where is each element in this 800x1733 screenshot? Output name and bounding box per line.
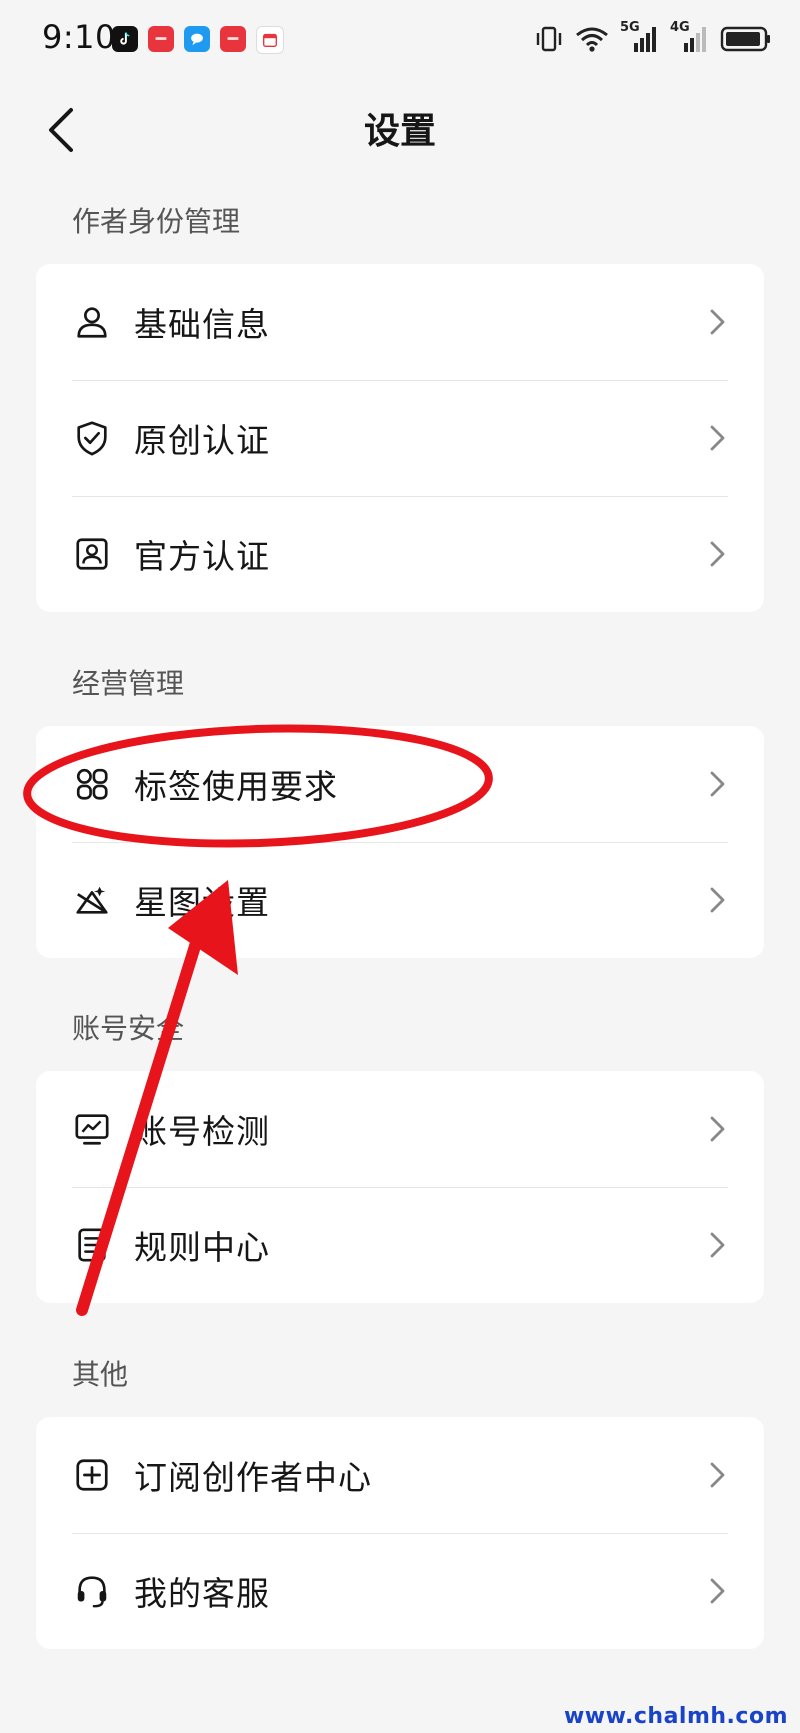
settings-row-star-map[interactable]: 星图设置 — [36, 842, 764, 958]
status-time: 9:10 — [42, 18, 116, 56]
card-other: 订阅创作者中心 我的客服 — [36, 1417, 764, 1649]
huawei-app-icon — [220, 26, 246, 52]
page-title: 设置 — [363, 111, 436, 152]
settings-row-account-check[interactable]: 账号检测 — [36, 1071, 764, 1187]
plus-square-icon — [72, 1455, 112, 1495]
message-icon — [184, 26, 210, 52]
status-indicators: 5G 4G — [534, 20, 772, 54]
card-account-security: 账号检测 规则中心 — [36, 1071, 764, 1303]
chevron-right-icon — [710, 425, 725, 451]
section-header-account-security: 账号安全 — [72, 1012, 185, 1045]
section-header-identity: 作者身份管理 — [72, 205, 241, 238]
card-business: 标签使用要求 星图设置 — [36, 726, 764, 958]
settings-row-basic-info[interactable]: 基础信息 — [36, 264, 764, 380]
settings-row-subscribe-creator[interactable]: 订阅创作者中心 — [36, 1417, 764, 1533]
chevron-right-icon — [710, 771, 725, 797]
chevron-right-icon — [710, 1116, 725, 1142]
row-label: 基础信息 — [134, 305, 270, 344]
huawei-app-icon — [148, 26, 174, 52]
settings-row-rule-center[interactable]: 规则中心 — [36, 1187, 764, 1303]
row-label: 账号检测 — [134, 1112, 270, 1151]
row-label: 官方认证 — [134, 537, 270, 576]
chevron-right-icon — [710, 309, 725, 335]
watermark: www.chalmh.com — [563, 1704, 788, 1729]
chevron-right-icon — [710, 887, 725, 913]
notification-icons — [112, 26, 284, 54]
tiktok-icon — [112, 26, 138, 52]
section-header-business: 经营管理 — [72, 667, 185, 700]
headset-icon — [72, 1571, 112, 1611]
document-icon — [72, 1225, 112, 1265]
card-identity: 基础信息 原创认证 官方认证 — [36, 264, 764, 612]
chevron-right-icon — [710, 1462, 725, 1488]
id-card-icon — [72, 534, 112, 574]
signal-5g-icon: 5G — [620, 20, 660, 54]
row-label: 星图设置 — [134, 883, 270, 922]
monitor-chart-icon — [72, 1109, 112, 1149]
chevron-right-icon — [710, 1232, 725, 1258]
settings-row-official-cert[interactable]: 官方认证 — [36, 496, 764, 612]
calendar-icon — [256, 26, 284, 54]
star-map-icon — [72, 880, 112, 920]
shield-check-icon — [72, 418, 112, 458]
battery-icon — [720, 26, 770, 52]
grid-icon — [72, 764, 112, 804]
vibrate-icon — [536, 26, 562, 52]
settings-row-customer-service[interactable]: 我的客服 — [36, 1533, 764, 1649]
chevron-right-icon — [710, 1578, 725, 1604]
chevron-right-icon — [710, 541, 725, 567]
wifi-icon — [576, 27, 608, 52]
settings-row-original-cert[interactable]: 原创认证 — [36, 380, 764, 496]
row-label: 标签使用要求 — [134, 767, 338, 806]
settings-row-tag-requirements[interactable]: 标签使用要求 — [36, 726, 764, 842]
user-icon — [72, 302, 112, 342]
row-label: 我的客服 — [134, 1574, 270, 1613]
row-label: 规则中心 — [134, 1228, 270, 1267]
signal-4g-icon: 4G — [670, 20, 710, 54]
section-header-other: 其他 — [72, 1358, 129, 1391]
status-bar: 9:10 5G 4G — [0, 0, 800, 80]
row-label: 原创认证 — [134, 421, 270, 460]
row-label: 订阅创作者中心 — [134, 1458, 372, 1497]
